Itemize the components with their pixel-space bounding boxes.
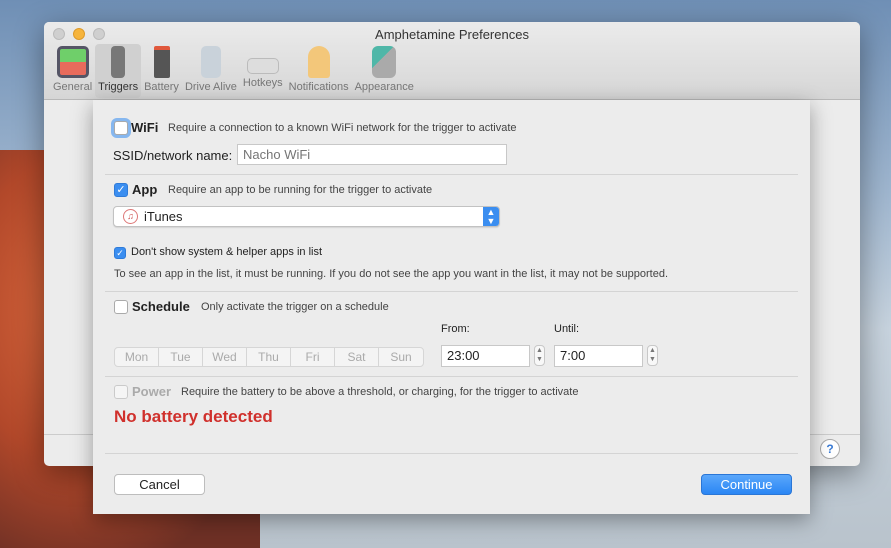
keyboard-icon [246, 58, 279, 74]
day-thu[interactable]: Thu [247, 348, 291, 366]
wifi-label: WiFi [131, 120, 159, 135]
divider [105, 376, 798, 377]
tab-battery[interactable]: Battery [141, 44, 182, 98]
tab-label: Notifications [288, 81, 349, 93]
tab-appearance[interactable]: Appearance [352, 44, 417, 98]
day-mon[interactable]: Mon [115, 348, 159, 366]
titlebar: Amphetamine Preferences General Triggers… [44, 22, 860, 100]
toggles-icon [56, 46, 89, 78]
until-label: Until: [554, 323, 580, 335]
until-stepper[interactable]: ▲ ▼ [647, 345, 658, 366]
hide-system-apps-label: Don't show system & helper apps in list [131, 246, 323, 258]
tab-label: Drive Alive [184, 81, 237, 93]
app-checkbox[interactable]: ✓ [114, 183, 128, 197]
app-label: App [132, 182, 158, 197]
tab-label: General [53, 81, 93, 93]
tab-label: Triggers [98, 81, 139, 93]
app-select-value: iTunes [144, 209, 183, 224]
chevron-updown-icon: ▲ ▼ [483, 207, 499, 226]
tab-hotkeys[interactable]: Hotkeys [240, 44, 286, 98]
app-select[interactable]: ♫ iTunes ▲ ▼ [113, 206, 500, 227]
until-time-field[interactable]: 7:00 [554, 345, 643, 367]
app-note: To see an app in the list, it must be ru… [114, 268, 669, 280]
ssid-label: SSID/network name: [113, 148, 233, 163]
wifi-checkbox[interactable] [114, 121, 128, 135]
drive-icon [200, 46, 221, 78]
tab-general[interactable]: General [50, 44, 95, 98]
divider [105, 453, 798, 454]
days-segmented-control[interactable]: Mon Tue Wed Thu Fri Sat Sun [114, 347, 424, 367]
tab-label: Appearance [354, 81, 414, 93]
hide-system-apps-checkbox[interactable]: ✓ [114, 247, 126, 259]
help-button[interactable]: ? [820, 439, 840, 459]
day-wed[interactable]: Wed [203, 348, 247, 366]
bell-icon [307, 46, 330, 78]
cancel-button[interactable]: Cancel [114, 474, 205, 495]
divider [105, 174, 798, 175]
divider [105, 291, 798, 292]
schedule-description: Only activate the trigger on a schedule [201, 301, 389, 313]
tab-label: Battery [144, 81, 179, 93]
power-checkbox[interactable] [114, 385, 128, 399]
power-label: Power [132, 384, 172, 399]
from-time-field[interactable]: 23:00 [441, 345, 530, 367]
from-label: From: [441, 323, 470, 335]
toolbar: General Triggers Battery Drive Alive Hot… [50, 44, 417, 98]
continue-button[interactable]: Continue [701, 474, 792, 495]
ssid-input[interactable] [237, 144, 507, 165]
window-title: Amphetamine Preferences [375, 27, 529, 42]
tab-drive-alive[interactable]: Drive Alive [182, 44, 240, 98]
tab-notifications[interactable]: Notifications [286, 44, 352, 98]
no-battery-error: No battery detected [114, 407, 273, 426]
from-stepper[interactable]: ▲ ▼ [534, 345, 545, 366]
battery-icon [153, 46, 170, 78]
app-description: Require an app to be running for the tri… [168, 184, 433, 196]
tab-label: Hotkeys [242, 77, 283, 89]
itunes-icon: ♫ [123, 209, 138, 224]
traffic-light-icon [111, 46, 126, 78]
power-description: Require the battery to be above a thresh… [181, 386, 579, 398]
day-sat[interactable]: Sat [335, 348, 379, 366]
day-sun[interactable]: Sun [379, 348, 423, 366]
triggers-sheet: WiFi Require a connection to a known WiF… [93, 100, 810, 514]
paint-icon [372, 46, 397, 78]
wifi-description: Require a connection to a known WiFi net… [168, 122, 517, 134]
schedule-checkbox[interactable] [114, 300, 128, 314]
day-fri[interactable]: Fri [291, 348, 335, 366]
day-tue[interactable]: Tue [159, 348, 203, 366]
schedule-label: Schedule [132, 299, 190, 314]
tab-triggers[interactable]: Triggers [95, 44, 142, 98]
